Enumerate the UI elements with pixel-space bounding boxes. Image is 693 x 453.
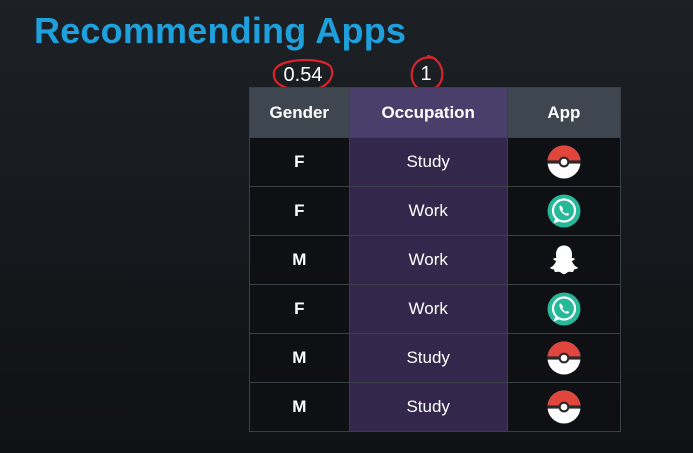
annotation-left-value: 0.54 bbox=[283, 64, 323, 86]
pokeball-icon bbox=[547, 341, 581, 375]
occupation-cell: Work bbox=[348, 235, 508, 285]
gender-cell: F bbox=[249, 137, 350, 187]
table-row: M Study bbox=[249, 333, 622, 383]
slide-title: Recommending Apps bbox=[34, 10, 407, 51]
occupation-cell: Study bbox=[348, 137, 508, 187]
app-cell bbox=[506, 235, 622, 285]
app-cell bbox=[506, 137, 622, 187]
recommendation-table: Gender Occupation App F Study F Work M W… bbox=[249, 87, 622, 432]
occupation-cell: Work bbox=[348, 186, 508, 236]
table-row: F Work bbox=[249, 284, 622, 334]
app-cell bbox=[506, 333, 622, 383]
gender-cell: M bbox=[249, 235, 350, 285]
table-row: F Work bbox=[249, 186, 622, 236]
table-row: M Study bbox=[249, 382, 622, 432]
occupation-cell: Study bbox=[348, 382, 508, 432]
whatsapp-icon bbox=[547, 194, 581, 228]
table-row: M Work bbox=[249, 235, 622, 285]
gender-cell: F bbox=[249, 284, 350, 334]
occupation-cell: Work bbox=[348, 284, 508, 334]
header-app: App bbox=[506, 87, 622, 138]
header-gender: Gender bbox=[249, 87, 350, 138]
app-cell bbox=[506, 382, 622, 432]
annotation-right-value: 1 bbox=[420, 63, 432, 85]
snapchat-icon bbox=[549, 245, 578, 275]
pokeball-icon bbox=[547, 145, 581, 179]
app-cell bbox=[506, 186, 622, 236]
app-cell bbox=[506, 284, 622, 334]
gender-cell: F bbox=[249, 186, 350, 236]
header-occupation: Occupation bbox=[348, 87, 508, 138]
gender-cell: M bbox=[249, 382, 350, 432]
whatsapp-icon bbox=[547, 292, 581, 326]
table-row: F Study bbox=[249, 137, 622, 187]
occupation-cell: Study bbox=[348, 333, 508, 383]
pokeball-icon bbox=[547, 390, 581, 424]
table-header-row: Gender Occupation App bbox=[249, 87, 622, 138]
gender-cell: M bbox=[249, 333, 350, 383]
